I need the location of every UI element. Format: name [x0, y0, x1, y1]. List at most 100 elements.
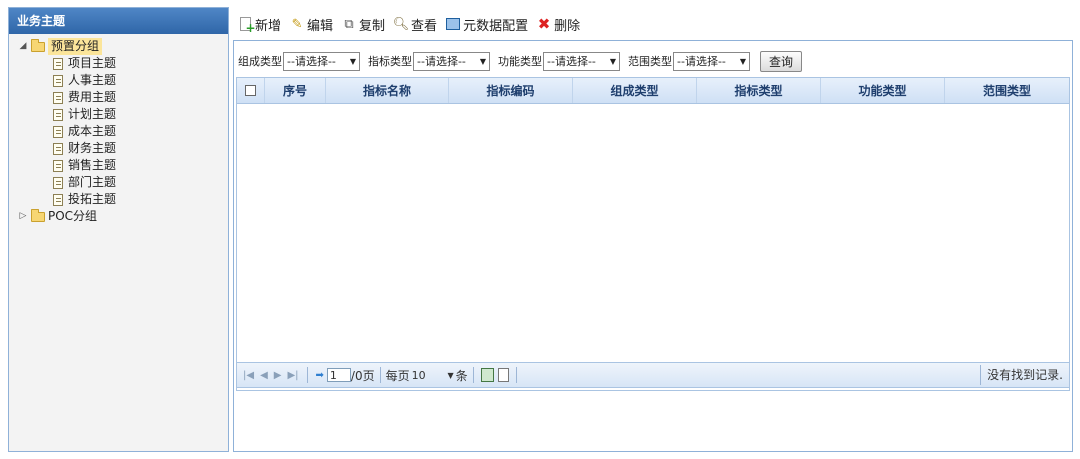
tree-item-investment[interactable]: 投拓主题 — [17, 191, 228, 208]
page-total: /0页 — [350, 368, 375, 383]
function-type-label: 功能类型 — [498, 55, 542, 68]
last-page-icon[interactable]: ▶| — [287, 370, 298, 381]
column-header[interactable]: 指标类型 — [697, 78, 821, 103]
pagination-bar: |◀ ◀ ▶ ▶| ➡ 1 /0页 每页 10 ▼ 条 没有找到记录. — [236, 362, 1070, 388]
scope-type-label: 范围类型 — [628, 55, 672, 68]
tree-item-cost[interactable]: 成本主题 — [17, 123, 228, 140]
tree-item-plan[interactable]: 计划主题 — [17, 106, 228, 123]
prev-page-icon[interactable]: ◀ — [260, 370, 268, 381]
filter-bar: 组成类型 --请选择-- ▼ 指标类型 --请选择-- ▼ 功能类型 --请选择… — [238, 50, 803, 72]
indicator-type-label: 指标类型 — [368, 55, 412, 68]
copy-button-label: 复制 — [359, 18, 386, 34]
document-icon — [53, 91, 63, 104]
function-type-select[interactable]: --请选择-- ▼ — [543, 51, 620, 71]
export-document-icon[interactable] — [497, 368, 509, 382]
scope-type-select[interactable]: --请选择-- ▼ — [673, 51, 750, 71]
grid-header: 序号 指标名称 指标编码 组成类型 指标类型 功能类型 范围类型 — [237, 78, 1069, 104]
indicator-grid: 序号 指标名称 指标编码 组成类型 指标类型 功能类型 范围类型 — [236, 77, 1070, 391]
edit-button[interactable]: ✎ 编辑 — [289, 15, 333, 34]
tree-item-department[interactable]: 部门主题 — [17, 174, 228, 191]
column-header[interactable]: 功能类型 — [821, 78, 945, 103]
view-button-label: 查看 — [411, 18, 438, 34]
sidebar-title: 业务主题 — [9, 8, 228, 34]
column-header[interactable]: 指标编码 — [449, 78, 573, 103]
tree-group-preset[interactable]: ◢ 预置分组 — [17, 38, 228, 55]
column-header[interactable]: 指标名称 — [326, 78, 449, 103]
copy-button[interactable]: ⧉ 复制 — [341, 15, 385, 34]
collapse-arrow-icon[interactable]: ◢ — [17, 38, 29, 55]
tree-item-hr[interactable]: 人事主题 — [17, 72, 228, 89]
metadata-button-label: 元数据配置 — [463, 18, 529, 34]
per-page-select[interactable]: 10 ▼ — [410, 367, 456, 383]
document-icon — [53, 142, 63, 155]
composition-type-select[interactable]: --请选择-- ▼ — [283, 51, 360, 71]
tree-item-label: 销售主题 — [68, 158, 117, 172]
chevron-down-icon: ▼ — [479, 56, 486, 66]
per-page-value: 10 — [411, 368, 426, 382]
pencil-icon: ✎ — [291, 16, 303, 32]
theme-tree: ◢ 预置分组 项目主题 人事主题 费用主题 计划主题 成本主题 财务主题 销售主… — [9, 34, 228, 225]
tree-item-expense[interactable]: 费用主题 — [17, 89, 228, 106]
column-header[interactable]: 组成类型 — [573, 78, 697, 103]
tree-item-project[interactable]: 项目主题 — [17, 55, 228, 72]
sidebar-panel: 业务主题 ◢ 预置分组 项目主题 人事主题 费用主题 计划主题 成本主题 财务主… — [8, 7, 229, 452]
tree-item-label: 费用主题 — [68, 90, 117, 104]
document-icon — [53, 108, 63, 121]
chevron-down-icon: ▼ — [447, 370, 454, 380]
tree-item-sales[interactable]: 销售主题 — [17, 157, 228, 174]
copy-icon: ⧉ — [344, 16, 354, 32]
tree-group-label: 预置分组 — [48, 38, 103, 55]
metadata-config-button[interactable]: 元数据配置 — [445, 15, 528, 34]
expand-arrow-icon[interactable]: ▷ — [17, 208, 29, 225]
divider — [379, 367, 381, 383]
document-icon — [53, 125, 63, 138]
select-all-checkbox[interactable] — [245, 85, 256, 96]
indicator-type-value: --请选择-- — [417, 55, 466, 68]
tree-item-label: 成本主题 — [68, 124, 117, 138]
toolbar: 新增 ✎ 编辑 ⧉ 复制 🔍︎ 查看 元数据配置 ✖ 删除 — [237, 12, 588, 36]
chevron-down-icon: ▼ — [349, 56, 356, 66]
document-icon — [53, 159, 63, 172]
document-icon — [53, 74, 63, 87]
composition-type-value: --请选择-- — [287, 55, 336, 68]
indicator-type-select[interactable]: --请选择-- ▼ — [413, 51, 490, 71]
delete-x-icon: ✖ — [537, 15, 551, 33]
add-document-icon — [237, 16, 256, 35]
select-all-cell — [237, 78, 265, 103]
per-page-label: 每页 — [385, 368, 410, 383]
column-header[interactable]: 序号 — [265, 78, 326, 103]
view-button[interactable]: 🔍︎ 查看 — [393, 15, 437, 34]
query-button[interactable]: 查询 — [760, 50, 803, 72]
tree-item-label: 财务主题 — [68, 141, 117, 155]
main-panel: 组成类型 --请选择-- ▼ 指标类型 --请选择-- ▼ 功能类型 --请选择… — [233, 40, 1073, 452]
tree-item-label: 项目主题 — [68, 56, 117, 70]
chevron-down-icon: ▼ — [609, 56, 616, 66]
tree-item-finance[interactable]: 财务主题 — [17, 140, 228, 157]
add-button-label: 新增 — [255, 18, 282, 34]
column-header[interactable]: 范围类型 — [945, 78, 1069, 103]
tree-item-label: 投拓主题 — [68, 192, 117, 206]
edit-button-label: 编辑 — [307, 18, 334, 34]
function-type-value: --请选择-- — [547, 55, 596, 68]
delete-button[interactable]: ✖ 删除 — [536, 15, 580, 34]
tree-group-poc[interactable]: ▷ POC分组 — [17, 208, 228, 225]
metadata-icon — [445, 16, 461, 32]
add-button[interactable]: 新增 — [237, 15, 282, 35]
divider — [515, 367, 517, 383]
export-excel-icon[interactable] — [480, 368, 494, 382]
next-page-icon[interactable]: ▶ — [274, 370, 282, 381]
tree-item-label: 人事主题 — [68, 73, 117, 87]
first-page-icon[interactable]: |◀ — [243, 370, 254, 381]
magnifier-icon: 🔍︎ — [392, 16, 410, 32]
folder-closed-icon — [31, 208, 45, 222]
go-arrow-icon[interactable]: ➡ — [316, 370, 324, 381]
page-number-input[interactable]: 1 — [326, 368, 351, 382]
divider — [306, 367, 308, 383]
tree-group-label: POC分组 — [48, 209, 98, 223]
delete-button-label: 删除 — [554, 18, 581, 34]
record-status: 没有找到记录. — [980, 365, 1069, 385]
chevron-down-icon: ▼ — [739, 56, 746, 66]
per-page-unit: 条 — [455, 368, 468, 383]
divider — [472, 367, 474, 383]
composition-type-label: 组成类型 — [238, 55, 282, 68]
